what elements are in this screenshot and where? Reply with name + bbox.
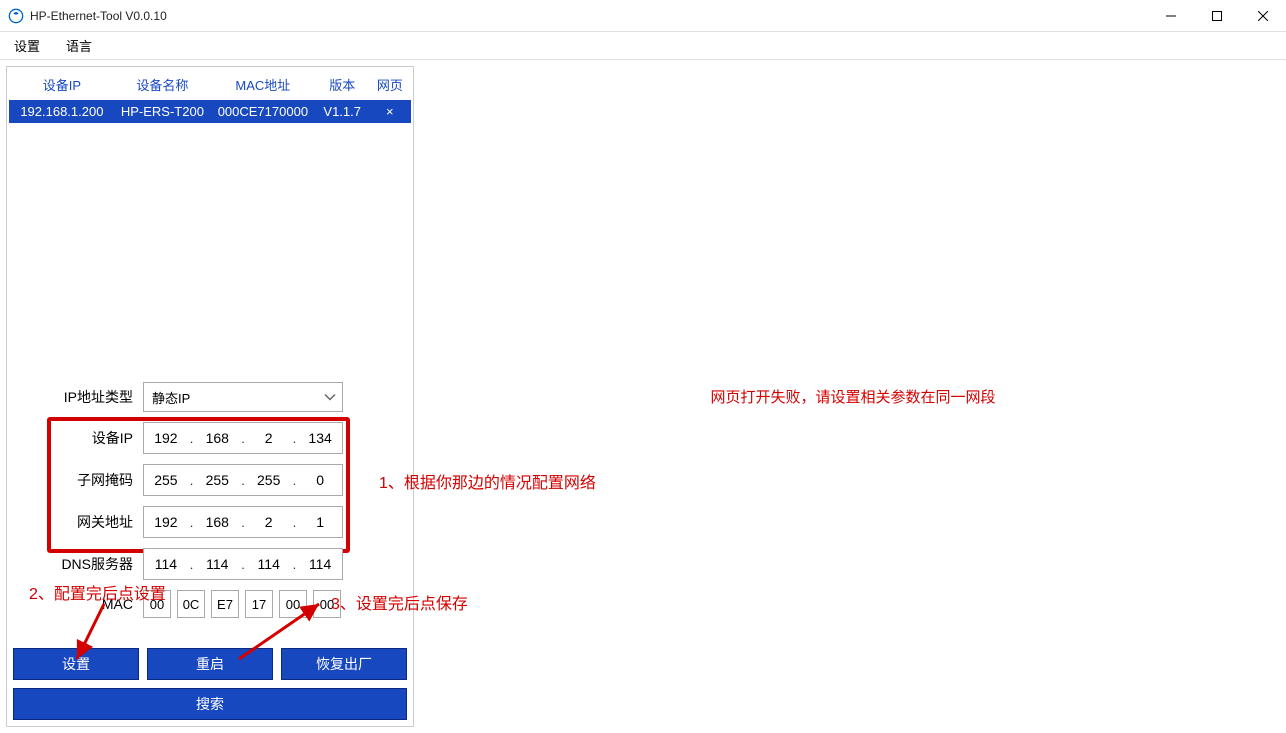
menu-settings[interactable]: 设置 [10,34,44,57]
device-table: 设备IP 设备名称 MAC地址 版本 网页 192.168.1.200 HP-E… [9,69,411,123]
minimize-button[interactable] [1148,0,1194,32]
ip-type-label: IP地址类型 [13,387,143,407]
subnet-octet-3[interactable] [298,472,342,488]
subnet-octet-0[interactable] [144,472,188,488]
factory-reset-button[interactable]: 恢复出厂 [281,648,407,680]
gateway-label: 网关地址 [13,512,143,532]
subnet-octet-1[interactable] [195,472,239,488]
config-form: IP地址类型 静态IP 设备IP . . . [9,374,411,724]
device-panel: 设备IP 设备名称 MAC地址 版本 网页 192.168.1.200 HP-E… [6,66,414,727]
maximize-button[interactable] [1194,0,1240,32]
mac-octet-3[interactable] [245,590,273,618]
annotation-1: 1、根据你那边的情况配置网络 [379,469,596,493]
device-ip-label: 设备IP [13,428,143,448]
gateway-octet-3[interactable] [298,514,342,530]
header-web: 网页 [369,69,411,100]
header-ip: 设备IP [9,69,115,100]
dns-octet-1[interactable] [195,556,239,572]
cell-name: HP-ERS-T200 [115,100,210,123]
dns-input[interactable]: . . . [143,548,343,580]
mac-octet-1[interactable] [177,590,205,618]
ip-type-value: 静态IP [152,388,190,407]
cell-version: V1.1.7 [316,100,369,123]
menu-language[interactable]: 语言 [62,34,96,57]
set-button[interactable]: 设置 [13,648,139,680]
dns-octet-3[interactable] [298,556,342,572]
annotation-2: 2、配置完后点设置 [29,580,166,604]
menu-bar: 设置 语言 [0,32,1286,60]
header-mac: MAC地址 [210,69,316,100]
subnet-octet-2[interactable] [247,472,291,488]
subnet-label: 子网掩码 [13,470,143,490]
mac-octet-2[interactable] [211,590,239,618]
close-button[interactable] [1240,0,1286,32]
cell-web: × [369,100,411,123]
ip-type-select[interactable]: 静态IP [143,382,343,412]
restart-button[interactable]: 重启 [147,648,273,680]
web-panel: 网页打开失败，请设置相关参数在同一网段 [420,60,1286,733]
header-name: 设备名称 [115,69,210,100]
device-ip-octet-2[interactable] [247,430,291,446]
cell-mac: 000CE7170000 [210,100,316,123]
device-ip-octet-3[interactable] [298,430,342,446]
app-icon [8,8,24,24]
annotation-3: 3、设置完后点保存 [331,590,468,614]
gateway-octet-2[interactable] [247,514,291,530]
subnet-input[interactable]: . . . [143,464,343,496]
dns-octet-2[interactable] [247,556,291,572]
chevron-down-icon [324,390,336,405]
dns-octet-0[interactable] [144,556,188,572]
device-ip-input[interactable]: . . . [143,422,343,454]
header-version: 版本 [316,69,369,100]
device-ip-octet-1[interactable] [195,430,239,446]
dns-label: DNS服务器 [13,554,143,574]
mac-octet-4[interactable] [279,590,307,618]
gateway-input[interactable]: . . . [143,506,343,538]
title-bar: HP-Ethernet-Tool V0.0.10 [0,0,1286,32]
error-message: 网页打开失败，请设置相关参数在同一网段 [710,386,995,407]
cell-ip: 192.168.1.200 [9,100,115,123]
window-title: HP-Ethernet-Tool V0.0.10 [30,9,167,23]
device-row[interactable]: 192.168.1.200 HP-ERS-T200 000CE7170000 V… [9,100,411,123]
search-button[interactable]: 搜索 [13,688,407,720]
gateway-octet-0[interactable] [144,514,188,530]
gateway-octet-1[interactable] [195,514,239,530]
device-ip-octet-0[interactable] [144,430,188,446]
